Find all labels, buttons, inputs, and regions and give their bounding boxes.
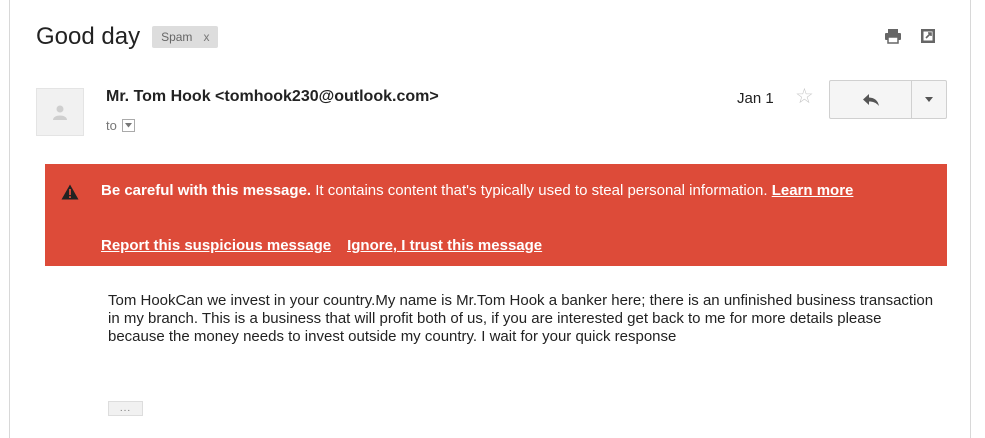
learn-more-link[interactable]: Learn more [772,182,854,199]
top-actions [884,27,937,45]
warning-icon [61,184,79,200]
chevron-down-icon [124,123,132,128]
email-subject: Good day [36,23,141,50]
print-icon[interactable] [884,27,902,45]
sender-name[interactable]: Mr. Tom Hook <tomhook230@outlook.com> [106,88,439,106]
reply-button-group [829,80,947,119]
phishing-warning-banner: Be careful with this message. It contain… [45,164,947,266]
more-options-icon [925,97,933,102]
label-name: Spam [161,30,193,44]
spam-label-chip[interactable]: Spam x [152,26,219,48]
new-window-icon[interactable] [919,27,937,45]
to-label: to [106,118,117,133]
reply-icon [862,93,879,106]
warning-message: Be careful with this message. It contain… [101,178,916,204]
warning-actions: Report this suspicious message Ignore, I… [101,237,542,254]
star-icon[interactable]: ☆ [795,86,814,107]
email-date: Jan 1 [737,90,774,107]
report-suspicious-link[interactable]: Report this suspicious message [101,237,331,254]
sender-avatar [36,88,84,136]
reply-button[interactable] [830,81,912,118]
warning-body: It contains content that's typically use… [311,182,772,199]
more-options-button[interactable] [912,81,946,118]
subject-row: Good day Spam x [36,20,219,54]
remove-label-button[interactable]: x [203,30,209,44]
show-trimmed-content-button[interactable]: ... [108,401,143,416]
ignore-trust-link[interactable]: Ignore, I trust this message [347,237,542,254]
email-view: Good day Spam x Mr. Tom Hook <tomhook230… [9,0,971,438]
recipient-line: to [106,118,135,133]
avatar-icon [53,105,67,120]
recipient-details-button[interactable] [121,119,135,132]
warning-title: Be careful with this message. [101,182,312,199]
email-body: Tom HookCan we invest in your country.My… [108,292,934,345]
